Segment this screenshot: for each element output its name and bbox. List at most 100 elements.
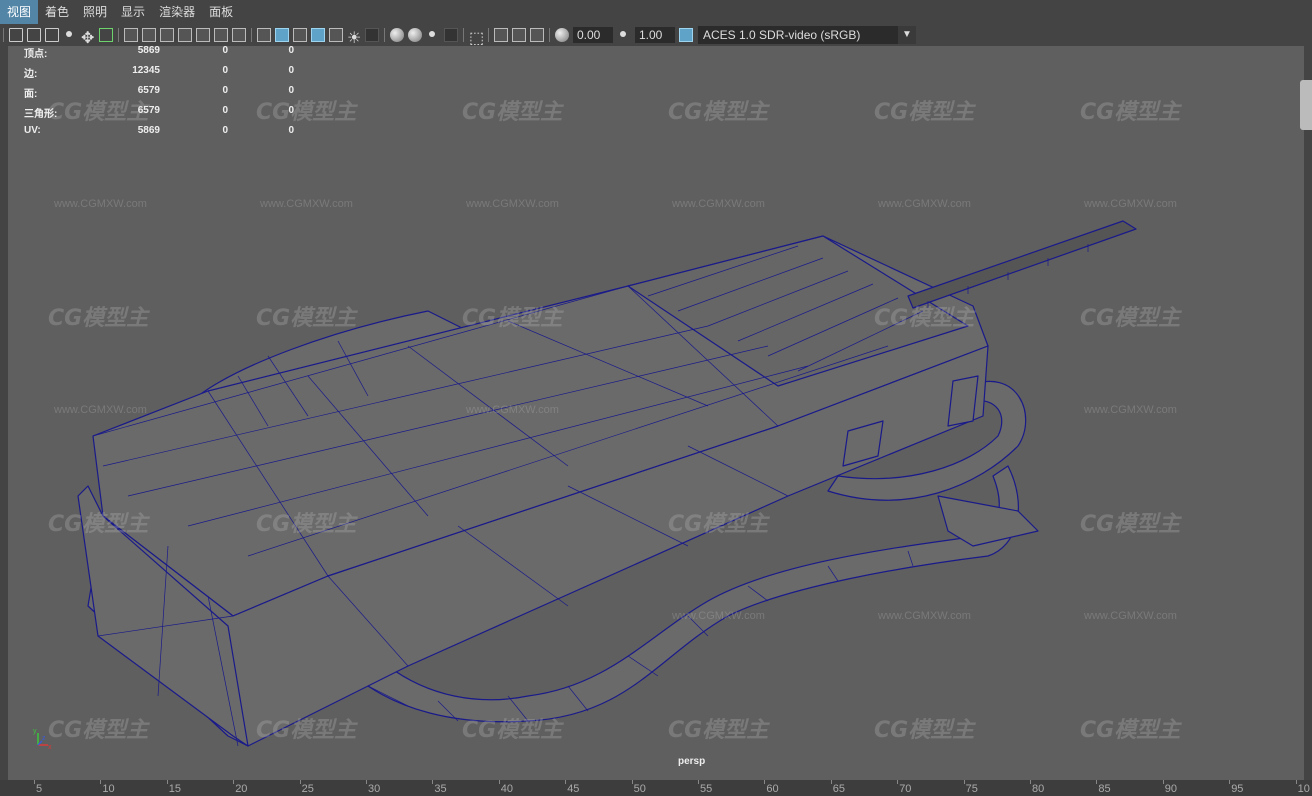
smooth-shade-icon[interactable] [275,28,289,42]
hud-value: 0 [222,85,228,96]
xray-icon[interactable] [494,28,508,42]
toolbar-separator [549,28,550,42]
shadows-icon[interactable] [365,28,379,42]
bookmark-camera-icon[interactable] [45,28,59,42]
timeline-tick [233,780,235,784]
hud-value: 5869 [137,45,160,56]
depth-of-field-icon[interactable] [444,28,458,42]
menu-view[interactable]: 视图 [0,0,39,24]
watermark-url: www.CGMXW.com [54,404,147,416]
timeline-tick [299,780,301,784]
anti-aliasing-icon[interactable] [426,28,440,42]
hud-value: 6579 [137,105,160,116]
watermark-logo: CG模型主 [874,100,975,125]
side-button-mesh [947,375,979,427]
timeline-tick-label: 90 [1164,783,1178,795]
timeline-tick-label: 85 [1098,783,1111,795]
timeline-tick [1229,780,1231,784]
hud-label: UV: [24,125,41,136]
axis-y-label: y [33,728,37,735]
wireframe-on-shaded-icon[interactable] [311,28,325,42]
toolbar-separator [384,28,385,42]
resolution-gate-icon[interactable] [160,28,174,42]
timeline-tick [498,780,500,784]
antenna-mesh [907,220,1137,309]
hud-row-verts: 顶点: 5869 0 0 [24,45,294,65]
timeline-tick-label: 10 [1297,783,1310,795]
timeline-tick [366,780,367,784]
watermark-logo: CG模型主 [874,718,975,743]
field-chart-icon[interactable] [196,28,210,42]
hud-value: 0 [288,65,294,76]
exposure-field[interactable]: 0.00 [573,27,613,43]
watermark-url: www.CGMXW.com [672,198,765,210]
wireframe-icon[interactable] [257,28,271,42]
hud-row-faces: 面: 6579 0 0 [24,85,294,105]
menu-renderer[interactable]: 渲染器 [152,0,202,24]
film-gate-icon[interactable] [142,28,156,42]
clip-mesh [937,495,1039,547]
grid-icon[interactable] [124,28,138,42]
hud-label: 顶点: [24,49,48,60]
watermark-logo: CG模型主 [874,306,975,331]
timeline-tick-label: 25 [301,783,314,795]
gamma-field[interactable]: 1.00 [635,27,675,43]
xray-active-icon[interactable] [512,28,526,42]
isolate-select-icon[interactable]: ⬚ [469,28,484,47]
watermark-logo: CG模型主 [1080,100,1181,125]
motion-blur-icon[interactable] [408,28,422,42]
side-panel-tab[interactable] [1300,80,1312,130]
watermark-logo: CG模型主 [462,306,563,331]
timeline-tick-label: 30 [368,783,381,795]
perspective-viewport[interactable]: CG模型主 CG模型主 CG模型主 CG模型主 CG模型主 CG模型主 www.… [8,46,1304,780]
toolbar-separator [251,28,252,42]
pan-zoom-icon[interactable]: ✥ [81,28,95,47]
timeline-tick-label: 75 [965,783,978,795]
axis-x-label: x [48,744,52,751]
timeline-tick-label: 5 [36,783,43,795]
watermark-logo: CG模型主 [48,718,149,743]
exposure-icon[interactable] [555,28,569,42]
timeline-tick [1295,780,1297,784]
menu-show[interactable]: 显示 [114,0,152,24]
menu-lighting[interactable]: 照明 [76,0,114,24]
time-slider[interactable]: 5 10 15 20 25 30 35 40 45 50 55 60 65 70 75 80 85 90 95 10 [0,780,1312,796]
screen-space-ao-icon[interactable] [390,28,404,42]
menu-shading[interactable]: 着色 [38,0,76,24]
watermark-logo: CG模型主 [668,100,769,125]
panel-toolbar: ✥ ☀ ⬚ 0.00 1.00 ACES 1.0 SDR-video (sRGB… [0,24,1312,47]
timeline-tick-label: 55 [700,783,713,795]
hud-row-edges: 边: 12345 0 0 [24,65,294,85]
camera-attributes-icon[interactable] [27,28,41,42]
timeline-tick [1030,780,1031,784]
hud-value: 12345 [132,65,160,76]
use-all-lights-icon[interactable]: ☀ [347,28,361,47]
menu-panels[interactable]: 面板 [202,0,240,24]
gate-mask-icon[interactable] [178,28,192,42]
viewport-frame-right [1304,46,1312,780]
image-plane-icon[interactable] [63,28,77,42]
default-material-icon[interactable] [293,28,307,42]
hud-value: 6579 [137,85,160,96]
toolbar-separator [463,28,464,42]
textured-icon[interactable] [329,28,343,42]
view-transform-dropdown[interactable]: ACES 1.0 SDR-video (sRGB) ▼ [698,26,916,44]
grease-pencil-icon[interactable] [99,28,113,42]
toolbar-separator [118,28,119,42]
watermark-url: www.CGMXW.com [260,198,353,210]
xray-joints-icon[interactable] [530,28,544,42]
hud-value: 5869 [137,125,160,136]
watermark-logo: CG模型主 [48,512,149,537]
watermark-logo: CG模型主 [1080,718,1181,743]
safe-action-icon[interactable] [214,28,228,42]
timeline-tick-label: 70 [899,783,912,795]
watermark-url: www.CGMXW.com [1084,198,1177,210]
select-camera-icon[interactable] [9,28,23,42]
timeline-tick [1096,780,1098,784]
watermark-logo: CG模型主 [1080,306,1181,331]
color-management-icon[interactable] [679,28,693,42]
timeline-tick-label: 65 [832,783,846,795]
safe-title-icon[interactable] [232,28,246,42]
chevron-down-icon[interactable]: ▼ [898,26,916,44]
gamma-icon[interactable] [617,28,631,42]
